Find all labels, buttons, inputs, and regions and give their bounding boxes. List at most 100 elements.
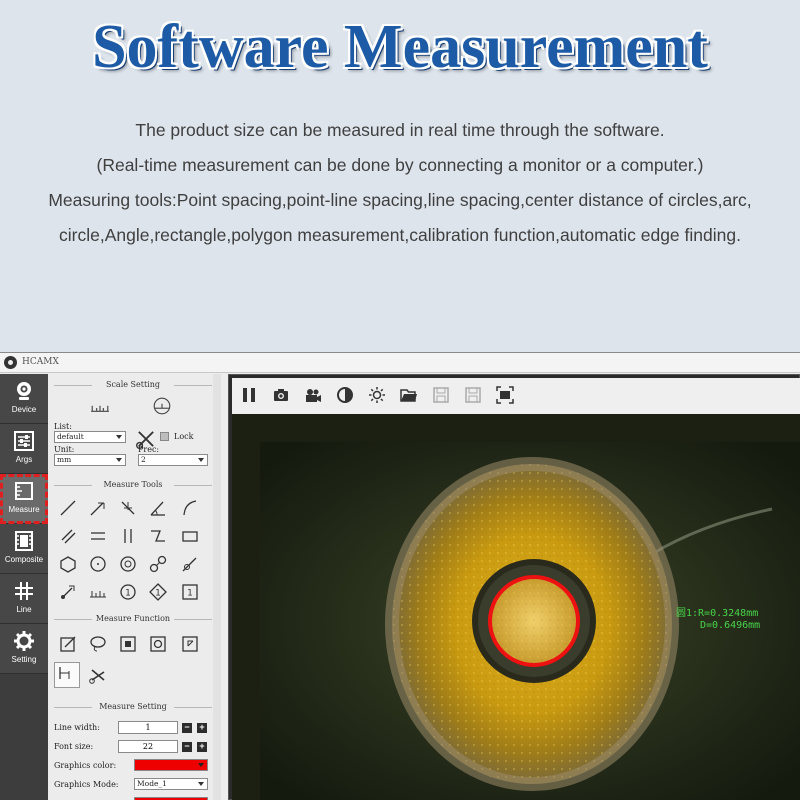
svg-text:1: 1 bbox=[125, 589, 131, 599]
line-width-input[interactable]: 1 bbox=[118, 721, 178, 734]
chevron-down-icon bbox=[198, 782, 204, 786]
nav-label: Composite bbox=[4, 555, 44, 564]
polygon-tool-icon[interactable] bbox=[58, 554, 78, 574]
chevron-down-icon bbox=[198, 458, 204, 462]
section-title-function: Measure Function bbox=[54, 614, 212, 624]
lasso-icon[interactable] bbox=[88, 634, 108, 654]
hero-line: Measuring tools:Point spacing,point-line… bbox=[48, 190, 752, 210]
hero-line: (Real-time measurement can be done by co… bbox=[96, 155, 704, 175]
number-one-square-icon[interactable]: 1 bbox=[180, 582, 200, 602]
diameter-readout: D=0.6496mm bbox=[700, 620, 761, 631]
microscope-image[interactable]: 圆1:R=0.3248mm D=0.6496mm bbox=[232, 414, 800, 800]
diagonal-tool-icon[interactable] bbox=[58, 526, 78, 546]
hero-description: The product size can be measured in real… bbox=[0, 116, 800, 256]
decrement-button[interactable]: − bbox=[182, 723, 192, 733]
chevron-down-icon bbox=[198, 763, 204, 767]
webcam-icon bbox=[13, 380, 35, 402]
zigzag-tool-icon[interactable] bbox=[148, 526, 168, 546]
angle-tool-icon[interactable] bbox=[148, 498, 168, 518]
gear-icon bbox=[13, 630, 35, 652]
sliders-icon bbox=[13, 430, 35, 452]
chevron-down-icon bbox=[116, 435, 122, 439]
scale-marks-tool-icon[interactable] bbox=[88, 582, 108, 602]
arc-tool-icon[interactable] bbox=[180, 498, 200, 518]
title-bar: HCAMX bbox=[0, 353, 800, 373]
hero-line: circle,Angle,rectangle,polygon measureme… bbox=[59, 225, 741, 245]
hero-title: Software Measurement bbox=[92, 13, 708, 81]
list-label: List: bbox=[54, 422, 72, 431]
rectangle-tool-icon[interactable] bbox=[180, 526, 200, 546]
scissors-icon[interactable] bbox=[136, 429, 154, 449]
font-size-input[interactable]: 22 bbox=[118, 740, 178, 753]
panel-scrollbar[interactable] bbox=[213, 374, 221, 800]
list-value: default bbox=[57, 432, 84, 441]
app-logo-icon bbox=[4, 356, 17, 369]
nav-label: Args bbox=[15, 455, 33, 464]
list-select[interactable]: default bbox=[54, 431, 126, 443]
protractor-icon[interactable] bbox=[152, 396, 171, 415]
point-line-tool-icon[interactable] bbox=[88, 498, 108, 518]
nav-label: Line bbox=[16, 605, 32, 614]
save-as-icon[interactable] bbox=[464, 386, 482, 404]
fit-screen-icon[interactable] bbox=[496, 386, 514, 404]
save-icon[interactable] bbox=[432, 386, 450, 404]
increment-button[interactable]: + bbox=[197, 723, 207, 733]
point-circle-tool-icon[interactable] bbox=[180, 554, 200, 574]
auto-edge-tool-icon[interactable] bbox=[58, 582, 78, 602]
font-size-label: Font size: bbox=[54, 742, 94, 751]
parallel-lines-tool-icon[interactable] bbox=[88, 526, 108, 546]
circle-distance-tool-icon[interactable] bbox=[148, 554, 168, 574]
prec-label: Prec: bbox=[138, 445, 160, 454]
pause-icon[interactable] bbox=[240, 386, 258, 404]
nav-label: Setting bbox=[11, 655, 37, 664]
increment-button[interactable]: + bbox=[197, 742, 207, 752]
folder-open-icon[interactable] bbox=[400, 386, 418, 404]
app-name: HCAMX bbox=[22, 357, 59, 367]
contrast-icon[interactable] bbox=[336, 386, 354, 404]
lock-label: Lock bbox=[174, 432, 194, 441]
export-icon[interactable] bbox=[180, 634, 200, 654]
decrement-button[interactable]: − bbox=[182, 742, 192, 752]
circle-tool-icon[interactable] bbox=[88, 554, 108, 574]
number-one-diamond-icon[interactable]: 1 bbox=[148, 582, 168, 602]
brightness-icon[interactable] bbox=[368, 386, 386, 404]
select-tool-button[interactable] bbox=[54, 662, 80, 688]
camera-icon[interactable] bbox=[272, 386, 290, 404]
perpendicular-tool-icon[interactable] bbox=[118, 498, 138, 518]
section-title-msetting: Measure Setting bbox=[54, 702, 212, 712]
video-record-icon[interactable] bbox=[304, 386, 322, 404]
section-title-tools: Measure Tools bbox=[54, 480, 212, 490]
nav-label: Measure bbox=[8, 505, 40, 514]
nav-item-line[interactable]: Line bbox=[0, 574, 48, 624]
capture-region-icon[interactable] bbox=[118, 634, 138, 654]
graphics-color-label: Graphics color: bbox=[54, 761, 117, 770]
radius-readout: 圆1:R=0.3248mm bbox=[676, 608, 759, 619]
graphics-mode-value: Mode_1 bbox=[137, 779, 167, 788]
graphics-color-picker[interactable] bbox=[134, 759, 208, 771]
lock-checkbox[interactable] bbox=[160, 432, 169, 441]
unit-value: mm bbox=[57, 455, 72, 464]
unit-select[interactable]: mm bbox=[54, 454, 126, 466]
number-one-circle-icon[interactable]: 1 bbox=[118, 582, 138, 602]
vertical-lines-tool-icon[interactable] bbox=[118, 526, 138, 546]
measure-panel: Scale Setting List: default Lock Unit: m… bbox=[48, 374, 220, 800]
unit-label: Unit: bbox=[54, 445, 75, 454]
prec-select[interactable]: 2 bbox=[138, 454, 208, 466]
line-tool-icon[interactable] bbox=[58, 498, 78, 518]
graphics-mode-select[interactable]: Mode_1 bbox=[134, 778, 208, 790]
film-icon bbox=[13, 530, 35, 552]
nav-item-setting[interactable]: Setting bbox=[0, 624, 48, 674]
prec-value: 2 bbox=[141, 455, 146, 464]
nav-item-args[interactable]: Args bbox=[0, 424, 48, 474]
concentric-circle-tool-icon[interactable] bbox=[118, 554, 138, 574]
camera-region-icon[interactable] bbox=[148, 634, 168, 654]
nav-item-device[interactable]: Device bbox=[0, 374, 48, 424]
svg-text:1: 1 bbox=[187, 589, 193, 599]
edit-icon[interactable] bbox=[58, 634, 78, 654]
nav-item-composite[interactable]: Composite bbox=[0, 524, 48, 574]
chevron-down-icon bbox=[116, 458, 122, 462]
delete-scissors-icon[interactable] bbox=[88, 666, 108, 686]
ruler-scale-icon[interactable] bbox=[90, 398, 109, 412]
ruler-icon bbox=[13, 480, 35, 502]
nav-item-measure[interactable]: Measure bbox=[0, 474, 48, 524]
